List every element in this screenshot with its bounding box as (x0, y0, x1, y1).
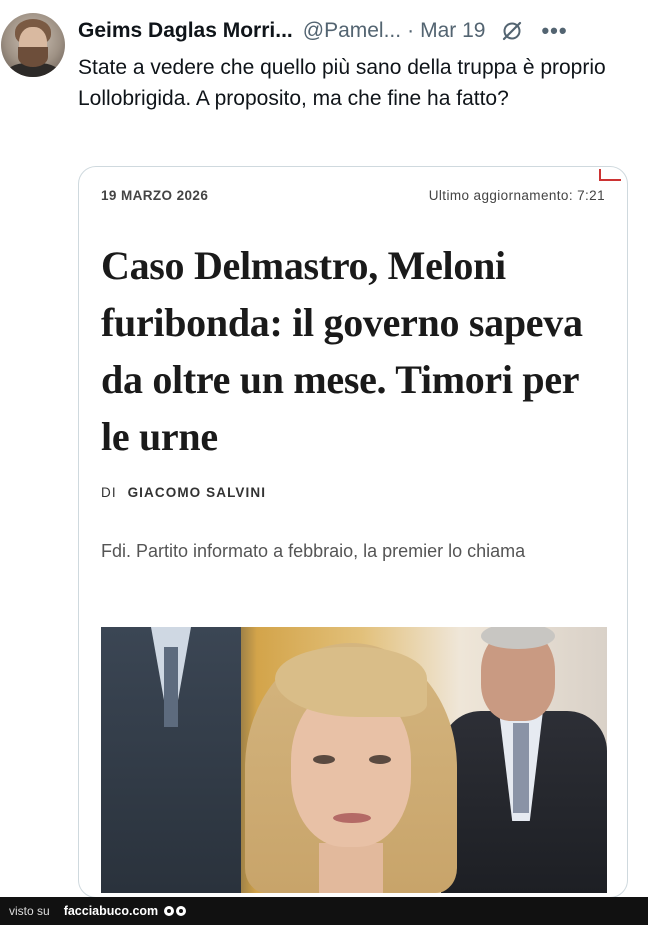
tweet-header: Geims Daglas Morri... @Pamel... · Mar 19… (78, 16, 630, 46)
author-handle[interactable]: @Pamel... (303, 19, 401, 43)
heart-icon: ♥ (30, 0, 39, 4)
article-photo (101, 627, 607, 893)
article-meta: 19 MARZO 2026 Ultimo aggiornamento: 7:21 (101, 185, 605, 205)
external-link-icon (599, 169, 621, 181)
more-icon[interactable]: ••• (541, 20, 567, 42)
repost-indicator: ♥ (30, 0, 39, 4)
separator: · (407, 19, 415, 42)
tweet-text: State a vedere che quello più sano della… (78, 56, 606, 110)
author-name[interactable]: Geims Daglas Morri... (78, 19, 293, 43)
byline-author: GIACOMO SALVINI (127, 485, 267, 500)
article-date: 19 MARZO 2026 (101, 187, 209, 203)
screenshot: ♥ Geims Daglas Morri... @Pamel... · Mar … (0, 0, 648, 925)
article-card[interactable]: 19 MARZO 2026 Ultimo aggiornamento: 7:21… (78, 166, 628, 898)
watermark-visto: visto su (9, 904, 50, 918)
watermark-brand[interactable]: facciabuco.com (64, 904, 158, 918)
avatar[interactable] (1, 13, 65, 77)
article-headline: Caso Delmastro, Meloni furibonda: il gov… (101, 243, 583, 459)
tweet-date[interactable]: Mar 19 (420, 19, 485, 43)
byline-prefix: DI (101, 485, 117, 500)
article-subhead: Fdi. Partito informato a febbraio, la pr… (101, 541, 526, 561)
eyes-icon (164, 906, 187, 916)
watermark-bar: visto su facciabuco.com (0, 897, 648, 925)
grok-icon[interactable] (499, 18, 525, 44)
article-updated: Ultimo aggiornamento: 7:21 (428, 187, 605, 203)
article-byline: DI GIACOMO SALVINI (101, 485, 266, 500)
